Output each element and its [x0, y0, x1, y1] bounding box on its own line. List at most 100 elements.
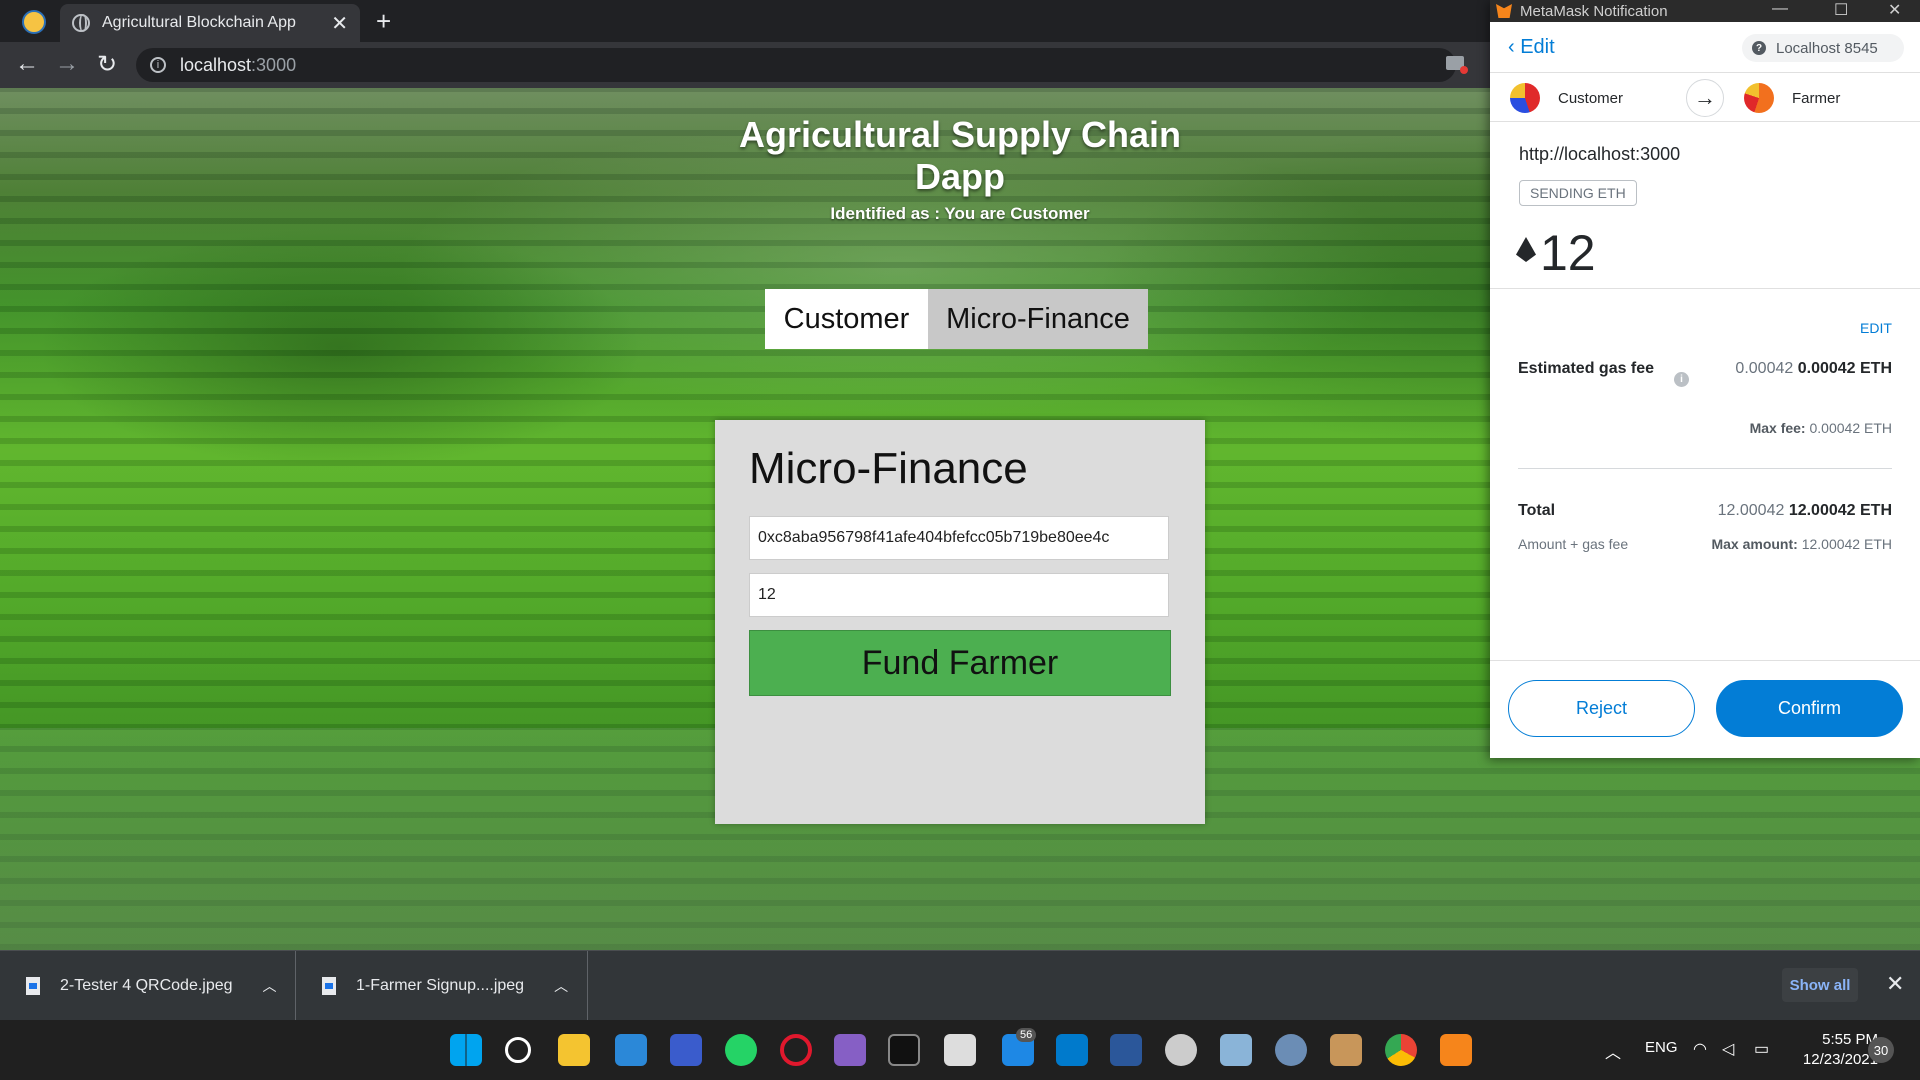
divider: [1518, 468, 1892, 469]
total-value: 12.00042 12.00042 ETH: [1718, 502, 1892, 520]
page-title-text: Agricultural Supply Chain Dapp: [738, 114, 1182, 197]
divider: [1490, 660, 1920, 661]
snipping-tool-icon[interactable]: [944, 1034, 976, 1066]
github-icon[interactable]: [1165, 1034, 1197, 1066]
notification-badge[interactable]: 30: [1868, 1037, 1894, 1063]
blocked-popup-icon[interactable]: [1446, 56, 1468, 74]
edit-label: Edit: [1520, 36, 1555, 58]
search-icon[interactable]: [505, 1037, 531, 1063]
chrome-icon[interactable]: [1385, 1034, 1417, 1066]
maximize-icon[interactable]: ☐: [1834, 0, 1848, 20]
info-icon[interactable]: i: [1674, 372, 1689, 387]
total-secondary: 12.00042: [1717, 502, 1785, 519]
forward-arrow-icon[interactable]: →: [52, 50, 82, 78]
app-icon[interactable]: [670, 1034, 702, 1066]
chevron-up-icon[interactable]: ︿: [1605, 1039, 1621, 1063]
to-account[interactable]: Farmer: [1744, 83, 1840, 113]
network-badge[interactable]: ? Localhost 8545: [1742, 34, 1904, 62]
show-all-button[interactable]: Show all: [1782, 968, 1858, 1002]
file-explorer-icon[interactable]: [558, 1034, 590, 1066]
wifi-icon[interactable]: ◠: [1693, 1039, 1707, 1059]
monitor-icon[interactable]: [1220, 1034, 1252, 1066]
chevron-up-icon[interactable]: ︿: [263, 976, 277, 996]
identified-as-text: Identified as : You are Customer: [830, 204, 1090, 223]
site-info-icon[interactable]: i: [150, 57, 166, 73]
max-amount: Max amount: 12.00042 ETH: [1711, 536, 1892, 552]
opera-icon[interactable]: [780, 1034, 812, 1066]
package-icon[interactable]: [1330, 1034, 1362, 1066]
tab-micro-finance[interactable]: Micro-Finance: [928, 289, 1148, 349]
url-host: localhost: [180, 54, 252, 75]
gas-fee-value: 0.00042 0.00042 ETH: [1735, 360, 1892, 378]
max-fee: Max fee: 0.00042 ETH: [1750, 420, 1892, 436]
word-icon[interactable]: [1110, 1034, 1142, 1066]
whatsapp-icon[interactable]: [725, 1034, 757, 1066]
vscode-icon[interactable]: [1056, 1034, 1088, 1066]
send-amount-value: 12: [1540, 225, 1596, 281]
reject-button[interactable]: Reject: [1508, 680, 1695, 737]
role-tabs: Customer Micro-Finance: [765, 289, 1148, 349]
tab-title: Agricultural Blockchain App: [102, 14, 296, 31]
badge-count: 56: [1016, 1028, 1037, 1042]
gas-fee-secondary: 0.00042: [1735, 360, 1794, 377]
volume-icon[interactable]: ◁: [1722, 1039, 1734, 1059]
amount-input[interactable]: [749, 573, 1169, 617]
start-icon[interactable]: [450, 1034, 482, 1066]
globe-icon: [72, 14, 90, 32]
file-icon: [322, 977, 336, 995]
visual-studio-icon[interactable]: [834, 1034, 866, 1066]
tab-close-icon[interactable]: ✕: [331, 11, 348, 36]
close-icon[interactable]: ✕: [1888, 0, 1901, 20]
network-name: Localhost 8545: [1776, 39, 1878, 57]
file-icon: [26, 977, 40, 995]
settings-gear-icon[interactable]: [1275, 1034, 1307, 1066]
window-title: MetaMask Notification: [1520, 2, 1668, 20]
battery-icon[interactable]: ▭: [1754, 1039, 1769, 1059]
farmer-address-input[interactable]: [749, 516, 1169, 560]
new-tab-button[interactable]: +: [376, 6, 391, 37]
download-item[interactable]: 1-Farmer Signup....jpeg ︿: [296, 951, 588, 1021]
action-badge: SENDING ETH: [1519, 180, 1637, 206]
mail-icon[interactable]: [615, 1034, 647, 1066]
divider: [1490, 288, 1920, 289]
card-title: Micro-Finance: [749, 444, 1028, 493]
avatar: [1510, 83, 1540, 113]
address-bar[interactable]: i localhost:3000: [136, 48, 1456, 82]
language-indicator[interactable]: ENG: [1645, 1039, 1678, 1056]
back-arrow-icon[interactable]: ←: [12, 50, 42, 78]
metamask-header: ‹ Edit ? Localhost 8545: [1490, 22, 1920, 72]
edit-gas-link[interactable]: EDIT: [1860, 320, 1892, 336]
to-account-name: Farmer: [1792, 89, 1841, 107]
fund-farmer-button[interactable]: Fund Farmer: [749, 630, 1171, 696]
close-downloads-icon[interactable]: ✕: [1886, 971, 1904, 997]
minimize-icon[interactable]: —: [1772, 0, 1788, 18]
browser-tab[interactable]: Agricultural Blockchain App ✕: [60, 4, 360, 42]
clock-date: 12/23/2021: [1802, 1051, 1878, 1068]
url-port: :3000: [251, 54, 297, 75]
max-amount-value: 12.00042 ETH: [1801, 536, 1892, 552]
tab-customer[interactable]: Customer: [765, 289, 928, 349]
system-clock[interactable]: 5:55 PM 12/23/2021: [1788, 1030, 1878, 1070]
download-item[interactable]: 2-Tester 4 QRCode.jpeg ︿: [0, 951, 296, 1021]
micro-finance-card: Micro-Finance Fund Farmer: [715, 420, 1205, 824]
metamask-fox-icon[interactable]: [1440, 1034, 1472, 1066]
max-amount-label: Max amount:: [1711, 536, 1798, 552]
account-flow: Customer → Farmer: [1490, 72, 1920, 122]
edit-link[interactable]: ‹ Edit: [1508, 36, 1555, 59]
arrow-right-icon: →: [1686, 79, 1724, 117]
terminal-icon[interactable]: [888, 1034, 920, 1066]
chevron-up-icon[interactable]: ︿: [554, 976, 568, 996]
reload-icon[interactable]: ↻: [92, 50, 122, 79]
avatar: [1744, 83, 1774, 113]
confirm-button[interactable]: Confirm: [1716, 680, 1903, 737]
metamask-fox-icon: [1496, 4, 1512, 18]
windows-taskbar: 56 ︿ ENG ◠ ◁ ▭ 5:55 PM 12/23/2021 30: [0, 1020, 1920, 1080]
total-primary: 12.00042 ETH: [1788, 502, 1892, 519]
downloads-bar: 2-Tester 4 QRCode.jpeg ︿ 1-Farmer Signup…: [0, 950, 1920, 1021]
from-account[interactable]: Customer: [1510, 83, 1623, 113]
total-sublabel: Amount + gas fee: [1518, 536, 1629, 552]
ethereum-icon: [1516, 237, 1536, 262]
max-fee-label: Max fee:: [1749, 420, 1806, 436]
metamask-window: MetaMask Notification — ☐ ✕ ‹ Edit ? Loc…: [1490, 0, 1920, 758]
extension-icon[interactable]: [22, 10, 46, 34]
